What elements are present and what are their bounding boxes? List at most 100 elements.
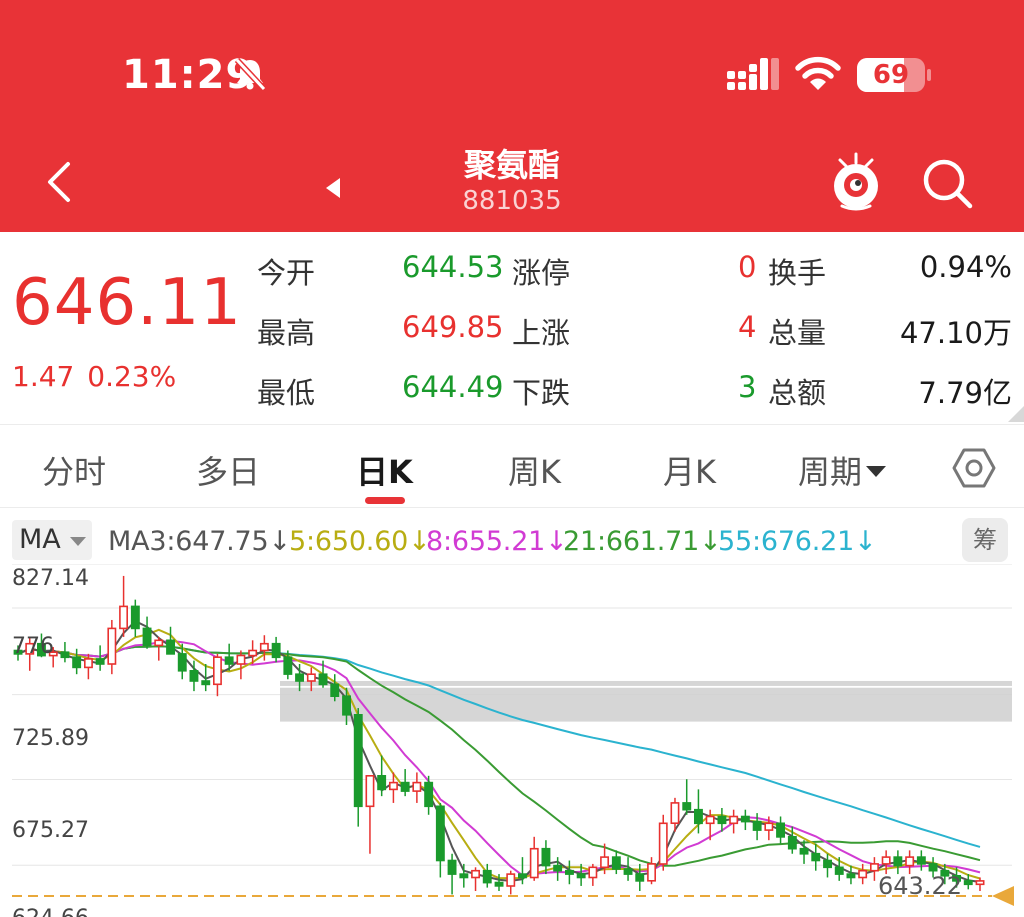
candle-body-58 [693, 808, 703, 825]
candle-body-68 [811, 852, 821, 862]
candle-body-34 [412, 781, 422, 792]
ma8-value: 8:655.21↓ [426, 526, 568, 557]
ma5-value: 5:650.60↓ [289, 526, 431, 557]
candle-body-32 [388, 781, 398, 791]
ma21-value: 21:661.71↓ [563, 526, 722, 557]
y-axis-label-3: 725.89 [12, 726, 89, 751]
candle-body-27 [330, 683, 340, 698]
candle-body-39 [471, 869, 480, 879]
search-icon[interactable] [920, 156, 974, 210]
wifi-icon [795, 56, 841, 90]
last-price-marker [992, 886, 1014, 906]
gap-zone [280, 687, 1012, 722]
candle-body-64 [764, 822, 774, 831]
price-change: 1.47 0.23% [12, 360, 176, 393]
chip-distribution-button[interactable]: 筹 [962, 518, 1008, 562]
candle-body-42 [506, 873, 516, 887]
candle-body-77 [916, 856, 926, 865]
candle-body-12 [154, 639, 164, 647]
candle-body-44 [529, 847, 539, 879]
candle-body-53 [635, 873, 645, 882]
candle-body-46 [553, 864, 563, 872]
candle-body-67 [799, 847, 809, 855]
y-axis-label-top: 827.14 [12, 566, 89, 591]
candle-body-37 [447, 859, 457, 875]
candle-body-26 [318, 673, 328, 686]
open-value: 644.53 [402, 250, 504, 284]
candle-body-24 [295, 673, 304, 682]
fall-label: 下跌 [512, 376, 571, 410]
volume-value: 47.10万 [899, 316, 1012, 350]
candle-body-33 [400, 781, 410, 792]
rise-label: 上涨 [512, 316, 571, 350]
candle-body-66 [787, 835, 797, 850]
candle-body-49 [588, 866, 598, 879]
candle-body-74 [881, 856, 891, 865]
rise-count: 4 [738, 310, 757, 344]
candle-body-60 [717, 815, 727, 825]
ma55-line [17, 645, 981, 848]
period-label: 周期 [798, 453, 863, 491]
amount-label: 总额 [768, 376, 827, 410]
candle-body-14 [177, 653, 187, 672]
candle-body-41 [494, 881, 504, 887]
candle-body-40 [482, 869, 492, 884]
candle-body-76 [905, 856, 915, 867]
chevron-down-icon [866, 465, 887, 477]
change-percent: 0.23% [87, 360, 177, 393]
ma8-line [17, 639, 981, 877]
tab-intraday[interactable]: 分时 [42, 447, 106, 493]
candle-body-16 [201, 680, 211, 686]
candle-body-11 [142, 627, 152, 647]
tab-daily-k[interactable]: 日K [356, 447, 413, 493]
candle-body-78 [928, 863, 938, 872]
candle-body-82 [975, 880, 985, 886]
candle-body-17 [213, 656, 222, 686]
candle-body-8 [107, 627, 117, 665]
candle-body-35 [424, 781, 434, 808]
ma3-value: MA3:647.75↓ [108, 526, 291, 557]
tab-monthly-k[interactable]: 月K [663, 447, 716, 493]
expand-corner-icon[interactable] [1008, 406, 1024, 422]
candle-body-19 [236, 654, 246, 665]
active-tab-indicator [365, 497, 405, 504]
ma55-value: 55:676.21↓ [718, 526, 877, 557]
candle-body-71 [846, 873, 856, 879]
candle-body-69 [823, 859, 833, 869]
mascot-assistant-icon[interactable] [826, 150, 886, 212]
chevron-down-icon [70, 537, 86, 546]
candle-body-62 [740, 815, 750, 823]
limit-up-label: 涨停 [512, 256, 571, 290]
candle-body-43 [517, 873, 527, 879]
candle-body-29 [353, 714, 363, 808]
low-value: 644.49 [402, 370, 504, 404]
candle-body-38 [459, 873, 469, 879]
candle-body-56 [670, 802, 680, 824]
tab-multi-day[interactable]: 多日 [196, 447, 260, 493]
chart-settings-icon[interactable] [952, 446, 996, 490]
candle-body-72 [858, 869, 868, 879]
last-price-label: 643.22 [878, 872, 962, 900]
candle-body-28 [342, 695, 351, 716]
candle-body-7 [95, 658, 105, 665]
ma3-line [17, 619, 981, 883]
high-label: 最高 [257, 316, 316, 350]
candle-body-57 [682, 802, 692, 811]
amount-value: 7.79亿 [918, 376, 1012, 410]
limit-up-count: 0 [738, 250, 757, 284]
candle-body-51 [611, 856, 621, 870]
candle-body-50 [600, 856, 610, 869]
candle-body-54 [647, 863, 657, 882]
indicator-selector[interactable]: MA [12, 520, 92, 560]
candle-body-61 [729, 815, 739, 825]
low-label: 最低 [257, 376, 316, 410]
candle-body-65 [776, 822, 786, 838]
candle-body-81 [963, 880, 973, 886]
tab-weekly-k[interactable]: 周K [508, 447, 561, 493]
turnover-value: 0.94% [919, 250, 1012, 284]
candle-body-55 [658, 822, 668, 865]
candle-body-45 [541, 847, 551, 867]
candle-body-25 [306, 673, 316, 682]
tab-period-dropdown[interactable]: 周期 [798, 447, 887, 493]
kline-chart[interactable]: 827.14 776 725.89 675.27 624.66 643.22 [0, 564, 1024, 917]
